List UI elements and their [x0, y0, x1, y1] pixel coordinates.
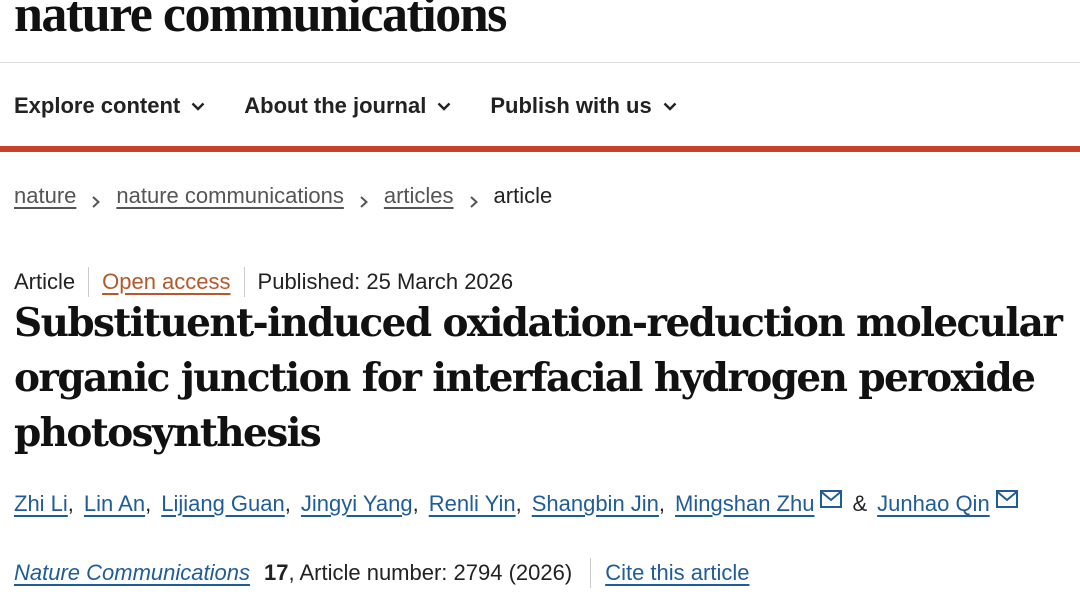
- breadcrumb: nature nature communications articles ar…: [14, 183, 552, 209]
- breadcrumb-current: article: [493, 183, 553, 208]
- author-link[interactable]: Jingyi Yang: [301, 491, 413, 517]
- author-separator: ,: [658, 491, 666, 516]
- chevron-right-icon: [358, 189, 370, 208]
- author-separator: ,: [412, 491, 419, 516]
- article-type: Article: [14, 269, 76, 294]
- volume-number: 17: [263, 560, 289, 585]
- chevron-down-icon: [662, 98, 678, 114]
- meta-divider: [88, 267, 90, 297]
- main-nav: Explore content About the journal Publis…: [14, 86, 716, 126]
- article-title: Substituent-induced oxidation-reduction …: [14, 296, 1080, 461]
- citation-line: Nature Communications 17, Article number…: [14, 558, 749, 588]
- author-separator: ,: [67, 491, 74, 516]
- title-line: photosynthesis: [14, 410, 322, 456]
- nav-about-journal[interactable]: About the journal: [244, 93, 452, 119]
- chevron-down-icon: [190, 98, 206, 114]
- published-date: Published: 25 March 2026: [257, 269, 514, 294]
- nav-publish-with-us[interactable]: Publish with us: [490, 93, 677, 119]
- author-link[interactable]: Zhi Li: [14, 491, 68, 517]
- author-link[interactable]: Lijiang Guan: [161, 491, 285, 517]
- header-divider: [0, 62, 1080, 63]
- mail-icon[interactable]: [995, 490, 1018, 508]
- article-number: , Article number: 2794 (2026): [288, 560, 573, 585]
- author-link[interactable]: Mingshan Zhu: [675, 491, 814, 517]
- cite-divider: [590, 558, 592, 588]
- mail-icon[interactable]: [820, 490, 843, 508]
- author-separator: ,: [284, 491, 291, 516]
- chevron-right-icon: [90, 189, 102, 208]
- title-line: organic junction for interfacial hydroge…: [14, 355, 1036, 401]
- article-meta: Article Open access Published: 25 March …: [14, 267, 513, 297]
- author-link[interactable]: Lin An: [84, 491, 145, 517]
- nav-item-label: Explore content: [14, 93, 181, 118]
- nav-item-label: Publish with us: [490, 93, 652, 118]
- chevron-right-icon: [468, 189, 480, 208]
- nav-item-label: About the journal: [244, 93, 427, 118]
- open-access-link[interactable]: Open access: [102, 269, 230, 295]
- breadcrumb-nature-communications[interactable]: nature communications: [116, 183, 343, 209]
- accent-bar: [0, 146, 1080, 152]
- author-separator: ,: [145, 491, 152, 516]
- author-separator: ,: [515, 491, 522, 516]
- nav-explore-content[interactable]: Explore content: [14, 93, 206, 119]
- author-ampersand: &: [852, 491, 868, 516]
- breadcrumb-articles[interactable]: articles: [384, 183, 454, 209]
- cite-this-article-link[interactable]: Cite this article: [605, 560, 749, 586]
- author-link[interactable]: Junhao Qin: [877, 491, 990, 517]
- author-list: Zhi Li, Lin An, Lijiang Guan, Jingyi Yan…: [14, 490, 1018, 517]
- chevron-down-icon: [436, 98, 452, 114]
- meta-divider: [243, 267, 245, 297]
- journal-link[interactable]: Nature Communications: [14, 560, 250, 586]
- author-link[interactable]: Renli Yin: [429, 491, 516, 517]
- journal-logo[interactable]: nature communications: [14, 0, 507, 46]
- author-link[interactable]: Shangbin Jin: [532, 491, 659, 517]
- title-line: Substituent-induced oxidation-reduction …: [14, 300, 1063, 346]
- breadcrumb-nature[interactable]: nature: [14, 183, 76, 209]
